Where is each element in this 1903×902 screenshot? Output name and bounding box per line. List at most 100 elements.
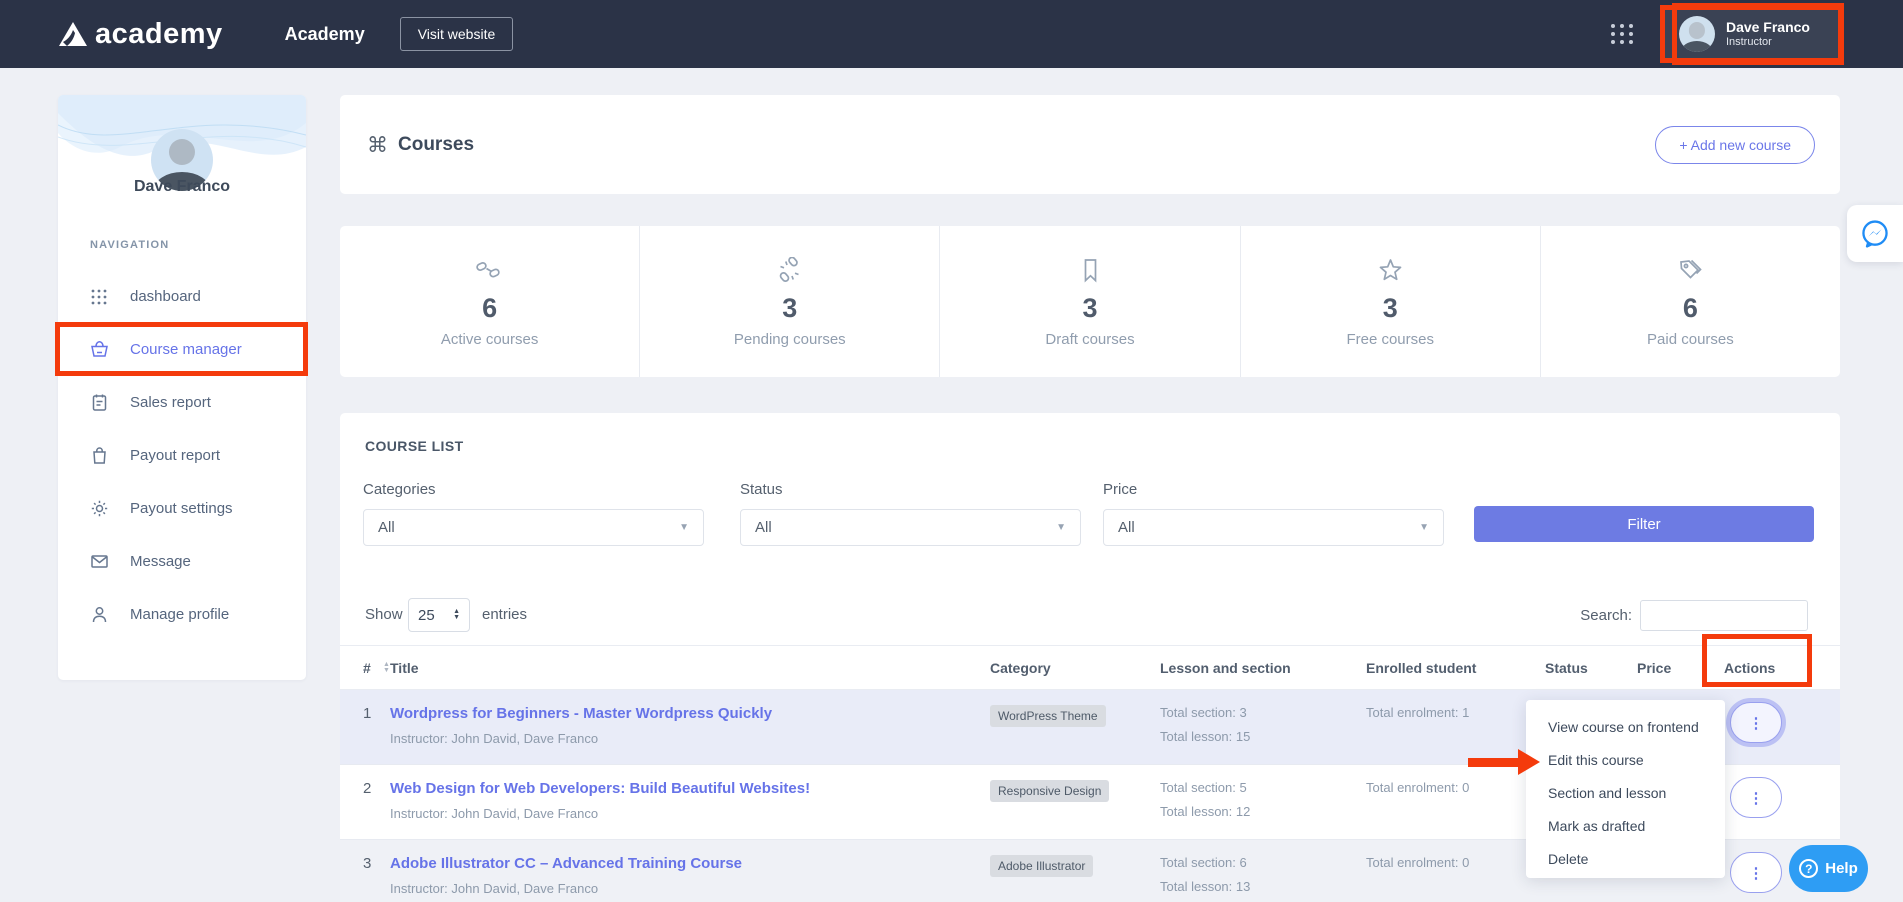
sidebar-item-payout-report[interactable]: Payout report xyxy=(58,429,306,482)
filter-label: Status xyxy=(740,481,1081,498)
stat-value: 3 xyxy=(1383,292,1398,324)
row-actions-button[interactable]: ⋮ xyxy=(1730,852,1782,893)
stats-row: 6 Active courses 3 Pending courses 3 Dra… xyxy=(340,226,1840,377)
column-header-enrolled-student[interactable]: Enrolled student xyxy=(1366,660,1545,676)
sidebar-item-message[interactable]: Message xyxy=(58,535,306,588)
stat-value: 6 xyxy=(482,292,497,324)
course-title-link[interactable]: Adobe Illustrator CC – Advanced Training… xyxy=(390,855,990,872)
total-section: Total section: 6 xyxy=(1160,855,1366,870)
messenger-chat-tab[interactable] xyxy=(1847,205,1903,262)
gear-icon xyxy=(90,499,109,518)
link-icon xyxy=(476,256,503,286)
stat-card: 3 Free courses xyxy=(1241,226,1541,377)
chevron-down-icon: ▼ xyxy=(1056,522,1066,533)
sidebar-item-dashboard[interactable]: dashboard xyxy=(58,270,306,323)
course-title-link[interactable]: Wordpress for Beginners - Master Wordpre… xyxy=(390,705,990,722)
visit-website-button[interactable]: Visit website xyxy=(400,17,514,51)
user-menu[interactable]: Dave Franco Instructor xyxy=(1660,5,1843,63)
column-header-actions[interactable]: Actions xyxy=(1724,660,1840,676)
filter-select[interactable]: All ▼ xyxy=(740,509,1081,546)
navigation-section-label: NAVIGATION xyxy=(90,239,169,251)
profile-name: Dave Franco xyxy=(58,178,306,196)
entries-label: entries xyxy=(482,606,527,623)
logo-triangle-icon xyxy=(58,21,88,47)
row-actions-button[interactable]: ⋮ xyxy=(1730,777,1782,818)
logo-text: academy xyxy=(95,18,223,51)
sort-icon[interactable]: ▲▼ xyxy=(383,662,390,674)
row-number: 1 xyxy=(363,705,390,764)
envelope-icon xyxy=(90,552,109,571)
column-header-price[interactable]: Price xyxy=(1637,660,1724,676)
filter-group: Categories All ▼ xyxy=(363,481,704,546)
actions-menu-item[interactable]: Edit this course xyxy=(1526,743,1725,776)
total-enrolment: Total enrolment: 0 xyxy=(1366,780,1545,795)
sidebar-item-label: Sales report xyxy=(130,394,211,411)
category-badge: WordPress Theme xyxy=(990,705,1106,727)
sidebar-item-sales-report[interactable]: Sales report xyxy=(58,376,306,429)
stat-value: 3 xyxy=(1082,292,1097,324)
column-header-title[interactable]: Title xyxy=(390,660,990,676)
filter-button[interactable]: Filter xyxy=(1474,506,1814,542)
filter-select[interactable]: All ▼ xyxy=(363,509,704,546)
user-role: Instructor xyxy=(1726,36,1810,49)
grid-icon xyxy=(90,287,109,306)
filter-selected-value: All xyxy=(378,519,395,536)
column-header-category[interactable]: Category xyxy=(990,660,1160,676)
show-label: Show xyxy=(365,606,403,623)
course-instructor: Instructor: John David, Dave Franco xyxy=(390,806,990,821)
sidebar-nav-list: dashboard Course manager Sales report Pa… xyxy=(58,270,306,641)
course-instructor: Instructor: John David, Dave Franco xyxy=(390,881,990,896)
stat-label: Free courses xyxy=(1346,331,1434,348)
sidebar-item-label: Manage profile xyxy=(130,606,229,623)
search-input[interactable] xyxy=(1640,600,1808,631)
course-instructor: Instructor: John David, Dave Franco xyxy=(390,731,990,746)
actions-menu-item[interactable]: Section and lesson xyxy=(1526,776,1725,809)
stat-label: Draft courses xyxy=(1045,331,1134,348)
academy-logo[interactable]: academy xyxy=(58,18,223,51)
entries-per-page-select[interactable]: 25 ▲▼ xyxy=(408,598,470,632)
star-icon xyxy=(1377,256,1404,286)
sidebar-item-label: dashboard xyxy=(130,288,201,305)
table-header-row: #▲▼TitleCategoryLesson and sectionEnroll… xyxy=(340,645,1840,690)
filter-group: Status All ▼ xyxy=(740,481,1081,546)
filter-selected-value: All xyxy=(1118,519,1135,536)
broken-link-icon xyxy=(776,256,803,286)
basket-icon xyxy=(90,340,109,359)
user-icon xyxy=(90,605,109,624)
apps-grid-icon[interactable] xyxy=(1611,24,1634,44)
category-badge: Adobe Illustrator xyxy=(990,855,1093,877)
actions-menu-item[interactable]: Mark as drafted xyxy=(1526,809,1725,842)
sidebar-item-manage-profile[interactable]: Manage profile xyxy=(58,588,306,641)
courses-command-icon: ⌘ xyxy=(367,133,388,157)
actions-dropdown-menu: View course on frontend Edit this course… xyxy=(1526,700,1725,878)
user-avatar xyxy=(1679,16,1715,52)
sidebar-item-payout-settings[interactable]: Payout settings xyxy=(58,482,306,535)
sidebar-item-label: Message xyxy=(130,553,191,570)
stepper-icon: ▲▼ xyxy=(453,609,460,621)
sidebar-item-label: Course manager xyxy=(130,341,242,358)
stat-value: 6 xyxy=(1683,292,1698,324)
entries-per-page-value: 25 xyxy=(418,607,435,624)
total-section: Total section: 3 xyxy=(1160,705,1366,720)
total-lesson: Total lesson: 13 xyxy=(1160,879,1366,894)
chevron-down-icon: ▼ xyxy=(679,522,689,533)
course-title-link[interactable]: Web Design for Web Developers: Build Bea… xyxy=(390,780,990,797)
tags-icon xyxy=(1677,256,1704,286)
row-number: 2 xyxy=(363,780,390,839)
stat-value: 3 xyxy=(782,292,797,324)
total-lesson: Total lesson: 15 xyxy=(1160,729,1366,744)
column-header-status[interactable]: Status xyxy=(1545,660,1637,676)
bookmark-icon xyxy=(1077,256,1104,286)
filter-label: Categories xyxy=(363,481,704,498)
row-actions-button[interactable]: ⋮ xyxy=(1730,702,1782,743)
help-button[interactable]: ? Help xyxy=(1789,845,1868,892)
actions-menu-item[interactable]: View course on frontend xyxy=(1526,710,1725,743)
total-section: Total section: 5 xyxy=(1160,780,1366,795)
filter-group: Price All ▼ xyxy=(1103,481,1444,546)
filter-label: Price xyxy=(1103,481,1444,498)
filter-select[interactable]: All ▼ xyxy=(1103,509,1444,546)
sidebar-item-course-manager[interactable]: Course manager xyxy=(58,323,306,376)
add-new-course-button[interactable]: + Add new course xyxy=(1655,126,1815,164)
actions-menu-item[interactable]: Delete xyxy=(1526,842,1725,875)
column-header-lesson-and-section[interactable]: Lesson and section xyxy=(1160,660,1366,676)
